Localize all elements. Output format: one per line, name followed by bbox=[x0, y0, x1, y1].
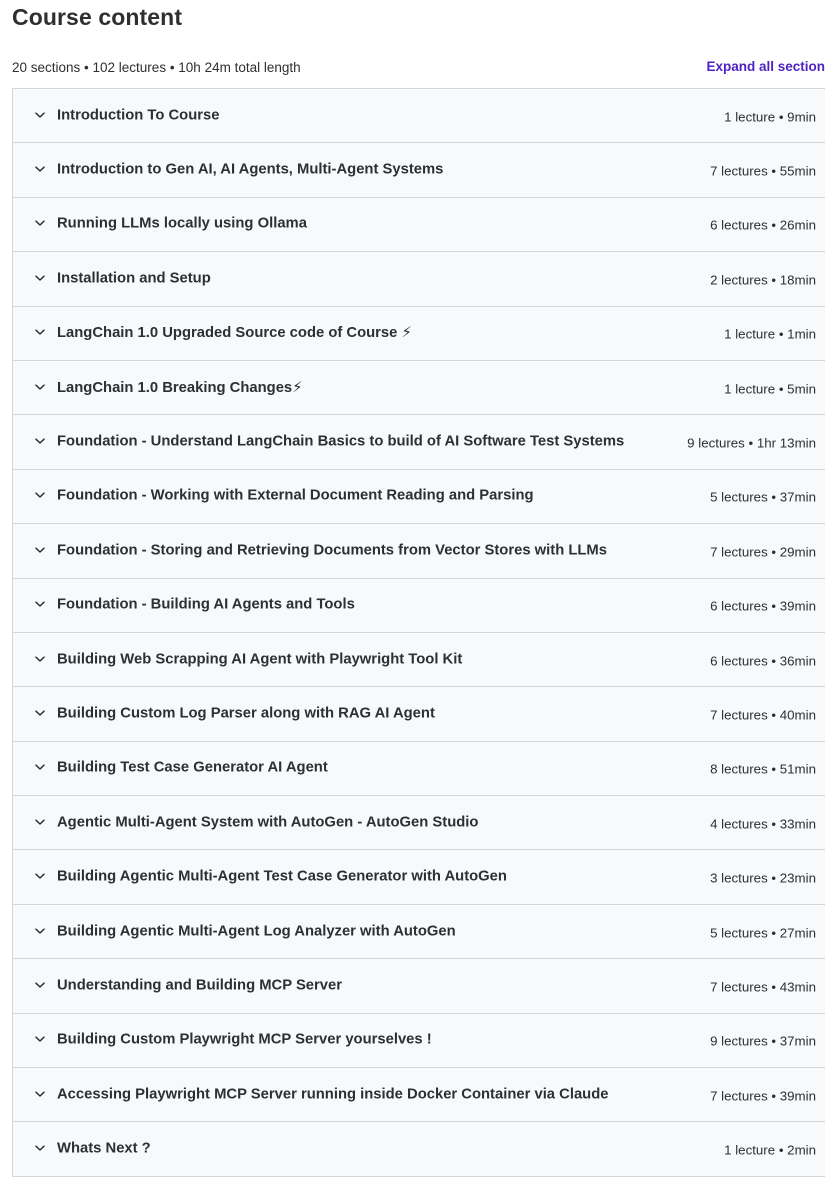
section-row[interactable]: Agentic Multi-Agent System with AutoGen … bbox=[13, 796, 825, 851]
chevron-down-icon bbox=[34, 381, 46, 393]
section-title: Whats Next ? bbox=[57, 1140, 151, 1157]
page-title: Course content bbox=[12, 4, 183, 30]
section-title: Running LLMs locally using Ollama bbox=[57, 216, 307, 233]
section-lecture-count: 1 lecture • 5min bbox=[724, 381, 816, 397]
section-lecture-count: 1 lecture • 9min bbox=[724, 109, 816, 125]
chevron-down-icon bbox=[34, 489, 46, 501]
section-row[interactable]: Building Test Case Generator AI Agent 8 l… bbox=[13, 741, 825, 797]
chevron-down-icon bbox=[34, 435, 46, 447]
chevron-down-icon bbox=[34, 1142, 46, 1154]
section-row[interactable]: Building Custom Playwright MCP Server yo… bbox=[13, 1013, 825, 1069]
section-lecture-count: 6 lectures • 36min bbox=[710, 653, 816, 669]
section-title: Building Custom Playwright MCP Server yo… bbox=[57, 1032, 432, 1049]
section-row[interactable]: Whats Next ? 1 lecture • 2min bbox=[13, 1122, 825, 1177]
section-title: Foundation - Understand LangChain Basics… bbox=[57, 433, 625, 450]
chevron-down-icon bbox=[34, 272, 46, 284]
section-lecture-count: 1 lecture • 1min bbox=[724, 326, 816, 342]
section-row[interactable]: Running LLMs locally using Ollama 6 lectu… bbox=[13, 197, 825, 253]
course-summary: 20 sections • 102 lectures • 10h 24m tot… bbox=[12, 60, 301, 75]
section-title: Installation and Setup bbox=[57, 270, 211, 287]
section-row[interactable]: Building Agentic Multi-Agent Test Case G… bbox=[13, 850, 825, 905]
section-row[interactable]: Foundation - Building AI Agents and Tool… bbox=[13, 578, 825, 633]
chevron-down-icon bbox=[34, 109, 46, 121]
chevron-down-icon bbox=[34, 1088, 46, 1100]
section-row[interactable]: Foundation - Understand LangChain Basics… bbox=[13, 415, 825, 470]
section-lecture-count: 6 lectures • 39min bbox=[710, 598, 816, 614]
section-lecture-count: 7 lectures • 39min bbox=[710, 1088, 816, 1104]
section-lecture-count: 9 lectures • 37min bbox=[710, 1034, 816, 1050]
section-row[interactable]: Installation and Setup 2 lectures • 18min bbox=[13, 252, 825, 307]
course-summary-row: 20 sections • 102 lectures • 10h 24m tot… bbox=[12, 59, 825, 79]
section-lecture-count: 2 lectures • 18min bbox=[710, 272, 816, 288]
section-row[interactable]: Building Agentic Multi-Agent Log Analyze… bbox=[13, 904, 825, 960]
section-title: Understanding and Building MCP Server bbox=[57, 977, 343, 994]
section-lecture-count: 3 lectures • 23min bbox=[710, 870, 816, 886]
section-title: Foundation - Building AI Agents and Tool… bbox=[57, 596, 355, 613]
section-row[interactable]: Introduction To Course 1 lecture • 9min bbox=[13, 89, 825, 144]
section-lecture-count: 7 lectures • 55min bbox=[710, 163, 816, 179]
section-row[interactable]: LangChain 1.0 Upgraded Source code of Co… bbox=[13, 306, 825, 361]
section-title: Accessing Playwright MCP Server running … bbox=[57, 1086, 609, 1103]
section-lecture-count: 8 lectures • 51min bbox=[710, 762, 816, 778]
section-title: LangChain 1.0 Upgraded Source code of Co… bbox=[57, 325, 412, 342]
section-lecture-count: 7 lectures • 40min bbox=[710, 707, 816, 723]
section-row[interactable]: Building Custom Log Parser along with RA… bbox=[13, 687, 825, 742]
section-title: Foundation - Storing and Retrieving Docu… bbox=[57, 542, 607, 559]
section-title: Building Test Case Generator AI Agent bbox=[57, 760, 328, 777]
section-lecture-count: 6 lectures • 26min bbox=[710, 218, 816, 234]
chevron-down-icon bbox=[34, 598, 46, 610]
section-lecture-count: 5 lectures • 27min bbox=[710, 925, 816, 941]
expand-all-sections-button[interactable]: Expand all section bbox=[706, 59, 825, 74]
section-row[interactable]: Foundation - Storing and Retrieving Docu… bbox=[13, 524, 825, 579]
section-lecture-count: 9 lectures • 1hr 13min bbox=[687, 435, 816, 451]
chevron-down-icon bbox=[34, 979, 46, 991]
section-title: Building Agentic Multi-Agent Test Case G… bbox=[57, 868, 507, 885]
section-title: Foundation - Working with External Docum… bbox=[57, 488, 534, 505]
chevron-down-icon bbox=[34, 925, 46, 937]
section-title: Building Agentic Multi-Agent Log Analyze… bbox=[57, 923, 456, 940]
chevron-down-icon bbox=[34, 326, 46, 338]
course-content-page: Course content 20 sections • 102 lecture… bbox=[0, 0, 825, 1197]
section-row[interactable]: Foundation - Working with External Docum… bbox=[13, 469, 825, 525]
chevron-down-icon bbox=[34, 1033, 46, 1045]
section-row[interactable]: Building Web Scrapping AI Agent with Pla… bbox=[13, 632, 825, 688]
section-lecture-count: 5 lectures • 37min bbox=[710, 490, 816, 506]
chevron-down-icon bbox=[34, 544, 46, 556]
section-row[interactable]: LangChain 1.0 Breaking Changes⚡ 1 lecture… bbox=[13, 360, 825, 416]
section-row[interactable]: Understanding and Building MCP Server 7 l… bbox=[13, 959, 825, 1014]
section-list: Introduction To Course 1 lecture • 9min In… bbox=[12, 88, 825, 1177]
section-lecture-count: 7 lectures • 43min bbox=[710, 979, 816, 995]
chevron-down-icon bbox=[34, 653, 46, 665]
chevron-down-icon bbox=[34, 870, 46, 882]
section-title: Introduction To Course bbox=[57, 107, 220, 124]
section-lecture-count: 1 lecture • 2min bbox=[724, 1142, 816, 1158]
section-title: Agentic Multi-Agent System with AutoGen … bbox=[57, 814, 479, 831]
chevron-down-icon bbox=[34, 217, 46, 229]
section-lecture-count: 7 lectures • 29min bbox=[710, 544, 816, 560]
section-title: Introduction to Gen AI, AI Agents, Multi… bbox=[57, 161, 444, 178]
section-row[interactable]: Accessing Playwright MCP Server running … bbox=[13, 1068, 825, 1123]
section-row[interactable]: Introduction to Gen AI, AI Agents, Multi… bbox=[13, 143, 825, 198]
chevron-down-icon bbox=[34, 761, 46, 773]
chevron-down-icon bbox=[34, 707, 46, 719]
section-title: Building Web Scrapping AI Agent with Pla… bbox=[57, 651, 463, 668]
chevron-down-icon bbox=[34, 163, 46, 175]
chevron-down-icon bbox=[34, 816, 46, 828]
section-title: LangChain 1.0 Breaking Changes⚡ bbox=[57, 379, 303, 396]
section-title: Building Custom Log Parser along with RA… bbox=[57, 705, 435, 722]
section-lecture-count: 4 lectures • 33min bbox=[710, 816, 816, 832]
